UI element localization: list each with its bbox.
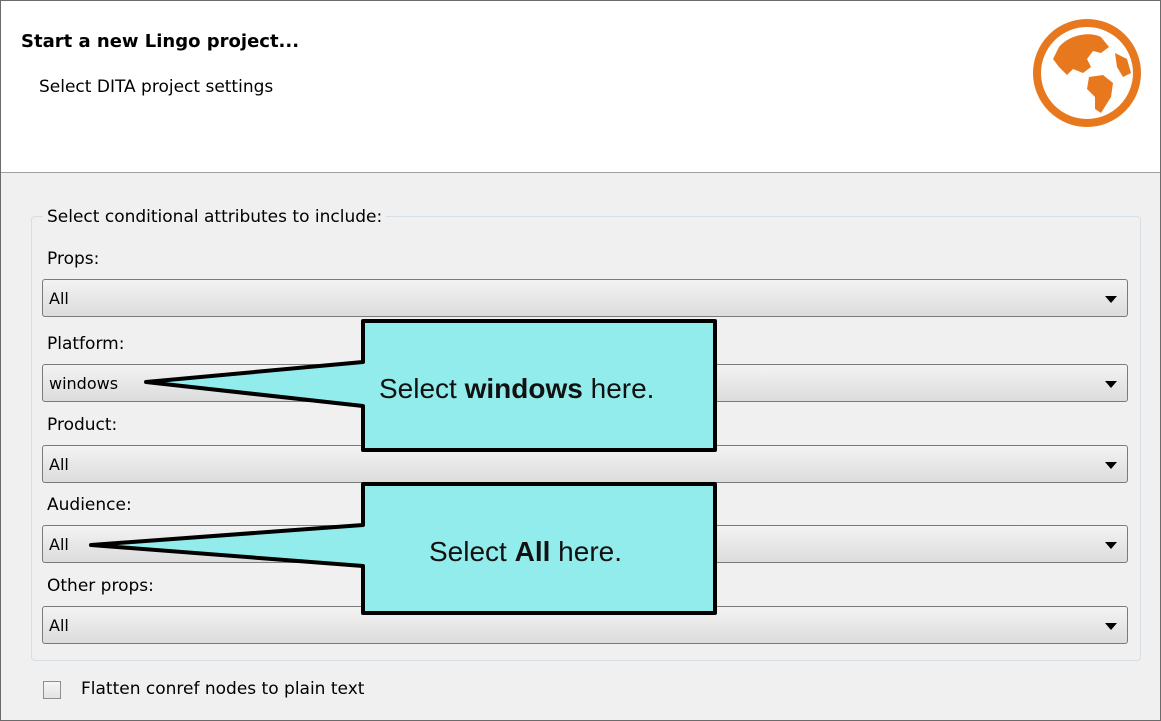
callout-overlay: [89, 319, 717, 615]
callout-windows-text: Select windows here.: [379, 373, 655, 404]
wizard-window: Start a new Lingo project... Select DITA…: [0, 0, 1161, 721]
callout-all-text: Select All here.: [429, 536, 622, 567]
